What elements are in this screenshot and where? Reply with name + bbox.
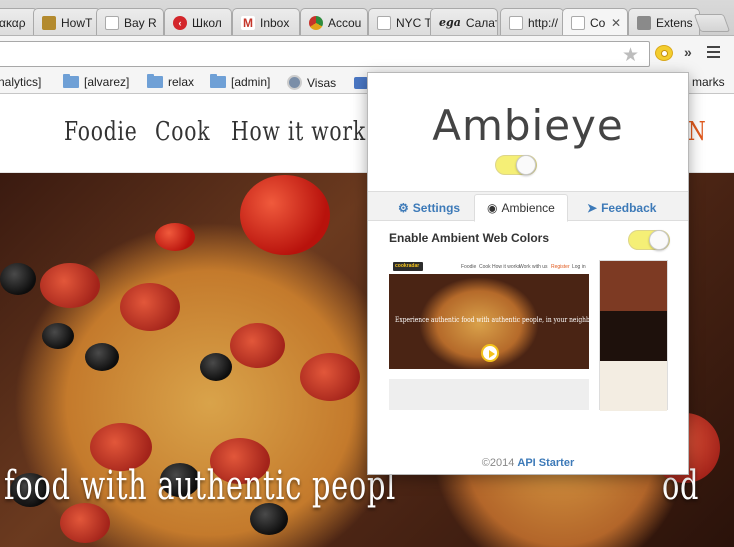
preview-logo: cookradar <box>393 262 423 271</box>
close-tab-icon[interactable]: ✕ <box>607 16 621 30</box>
tab-title: Co <box>590 16 606 30</box>
page-favicon-icon <box>509 15 523 30</box>
color-swatches <box>599 260 668 411</box>
hamburger-menu-icon[interactable] <box>707 46 720 61</box>
eye-icon: ◉ <box>487 201 498 215</box>
nav-link-cook[interactable]: Cook <box>155 117 210 147</box>
page-favicon-icon <box>105 15 119 30</box>
popup-tabs: ⚙ Settings ◉ Ambience ➤ Feedback <box>368 191 688 222</box>
browser-tab-2[interactable]: HowT <box>33 8 101 35</box>
gmail-favicon-icon: M <box>241 15 255 30</box>
nav-link-how-it-works[interactable]: How it works <box>231 117 377 147</box>
api-starter-link[interactable]: API Starter <box>517 457 574 469</box>
folder-icon <box>147 74 163 88</box>
hero-headline: food with authentic peopl <box>4 463 397 509</box>
preview-caption: Experience authentic food with authentic… <box>395 316 589 324</box>
browser-tab-7[interactable]: NYC T <box>368 8 436 35</box>
browser-tab-5[interactable]: M Inbox <box>232 8 300 35</box>
gear-icon: ⚙ <box>398 201 409 215</box>
enable-ambient-toggle[interactable] <box>628 230 670 250</box>
tab-title: Extens <box>656 15 693 30</box>
olive-image <box>0 263 36 295</box>
preview-nav: cookradar Foodie Cook How it works Work … <box>389 260 589 274</box>
pepperoni-image <box>300 353 360 401</box>
folder-icon <box>210 74 226 88</box>
tab-settings[interactable]: ⚙ Settings <box>398 194 460 222</box>
browser-tab-9[interactable]: http:// <box>500 8 564 35</box>
tab-title: Салат <box>465 15 498 30</box>
howto-favicon-icon <box>42 15 56 30</box>
browser-tab-11[interactable]: Extens <box>628 8 700 35</box>
bookmark-other[interactable]: marks <box>692 75 725 89</box>
browser-tab-8[interactable]: ega Салат <box>430 8 498 35</box>
tab-title: Школ <box>192 15 222 30</box>
popup-title: Ambieye <box>432 101 624 150</box>
tab-title: ακαρ <box>0 15 26 30</box>
pepperoni-image <box>120 283 180 331</box>
tab-title: NYC T <box>396 15 432 30</box>
browser-tab-3[interactable]: Bay R <box>96 8 164 35</box>
tomato-image <box>155 223 195 251</box>
tab-ambience[interactable]: ◉ Ambience <box>474 194 568 222</box>
ega-favicon-icon: ega <box>439 16 461 29</box>
bookmark-analytics[interactable]: nalytics] <box>0 75 41 89</box>
pepperoni-image <box>60 503 110 543</box>
puzzle-piece-icon <box>637 15 651 30</box>
tomato-image <box>240 175 330 255</box>
master-toggle[interactable] <box>495 155 537 175</box>
tab-title: http:// <box>528 15 559 30</box>
bookmark-folder-relax[interactable]: relax <box>147 74 194 89</box>
olive-image <box>85 343 119 371</box>
ambieye-popup: Ambieye ⚙ Settings ◉ Ambience ➤ Feedback… <box>367 72 689 475</box>
folder-icon <box>63 74 79 88</box>
page-favicon-icon <box>377 15 391 30</box>
nav-link-register[interactable]: N <box>688 117 707 147</box>
toggle-knob <box>516 155 536 175</box>
seal-icon <box>287 75 302 90</box>
pepperoni-image <box>40 263 100 308</box>
tab-title: Bay R <box>124 15 157 30</box>
tab-strip: ακαρ HowT Bay R ‹ Школ M Inbox Accou NYC… <box>0 0 734 36</box>
bookmark-blue-icon[interactable] <box>354 77 368 89</box>
browser-tab-6[interactable]: Accou <box>300 8 368 35</box>
bookmark-star-icon[interactable]: ★ <box>622 44 639 67</box>
page-favicon-icon <box>571 16 585 30</box>
browser-tab-active[interactable]: Co ✕ <box>562 8 628 35</box>
preview-strip <box>389 369 589 379</box>
popup-footer: ©2014 API Starter <box>481 457 575 469</box>
toggle-knob <box>649 230 669 250</box>
ambieye-extension-eye-icon[interactable] <box>655 45 673 61</box>
multicolor-favicon-icon <box>309 15 323 30</box>
more-extensions-chevron-icon[interactable]: » <box>684 44 692 60</box>
pepperoni-image <box>230 323 285 368</box>
swatch-2 <box>600 311 667 361</box>
olive-image <box>42 323 74 349</box>
tab-feedback[interactable]: ➤ Feedback <box>587 194 656 222</box>
tab-title: Inbox <box>260 15 290 30</box>
bookmark-folder-admin[interactable]: [admin] <box>210 74 270 89</box>
page-preview-thumbnail: cookradar Foodie Cook How it works Work … <box>389 260 589 410</box>
send-icon: ➤ <box>587 201 598 215</box>
browser-tab-4[interactable]: ‹ Школ <box>164 8 232 35</box>
tab-title: HowT <box>61 15 93 30</box>
enable-ambient-label: Enable Ambient Web Colors <box>389 231 550 245</box>
play-icon <box>481 344 499 362</box>
swatch-3 <box>600 361 667 411</box>
nav-link-foodie[interactable]: Foodie <box>64 117 138 147</box>
bookmark-visas[interactable]: Visas <box>287 75 336 90</box>
bookmark-folder-alvarez[interactable]: [alvarez] <box>63 74 129 89</box>
tab-title: Accou <box>328 15 362 30</box>
swatch-1 <box>600 261 667 311</box>
address-bar[interactable] <box>0 41 650 67</box>
olive-image <box>200 353 232 381</box>
red-circle-favicon-icon: ‹ <box>173 15 187 30</box>
new-tab-button[interactable] <box>693 14 731 32</box>
